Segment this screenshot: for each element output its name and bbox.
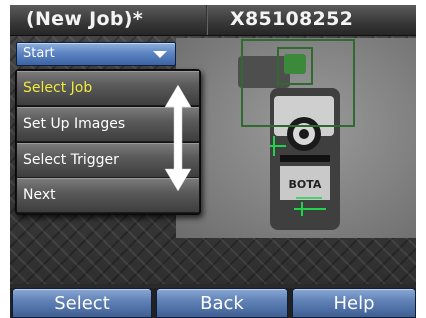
device-id: X85108252: [230, 8, 354, 30]
menu-item-label: Select Trigger: [23, 152, 119, 168]
start-dropdown[interactable]: Start: [16, 42, 176, 66]
menu-item-label: Set Up Images: [23, 116, 126, 132]
menu-item-label: Next: [23, 187, 56, 203]
header-bar: (New Job)* X85108252: [10, 5, 416, 36]
select-button-label: Select: [54, 293, 110, 314]
job-title: (New Job)*: [26, 8, 143, 30]
back-button[interactable]: Back: [156, 288, 288, 318]
up-down-arrow-icon: [164, 84, 192, 192]
camera-image-view: BOTA: [176, 38, 416, 238]
select-button[interactable]: Select: [12, 288, 152, 318]
back-button-label: Back: [200, 293, 244, 314]
help-button[interactable]: Help: [292, 288, 416, 318]
start-dropdown-label: Start: [23, 46, 55, 61]
camera-part-image: BOTA: [238, 39, 355, 230]
chevron-down-icon: [153, 51, 167, 58]
header-divider: [206, 5, 208, 35]
help-button-label: Help: [333, 293, 375, 314]
device-screen: (New Job)* X85108252 BOTA Start Select J…: [10, 5, 416, 318]
menu-item-label: Select Job: [23, 80, 93, 96]
part-label-text: BOTA: [289, 178, 322, 191]
